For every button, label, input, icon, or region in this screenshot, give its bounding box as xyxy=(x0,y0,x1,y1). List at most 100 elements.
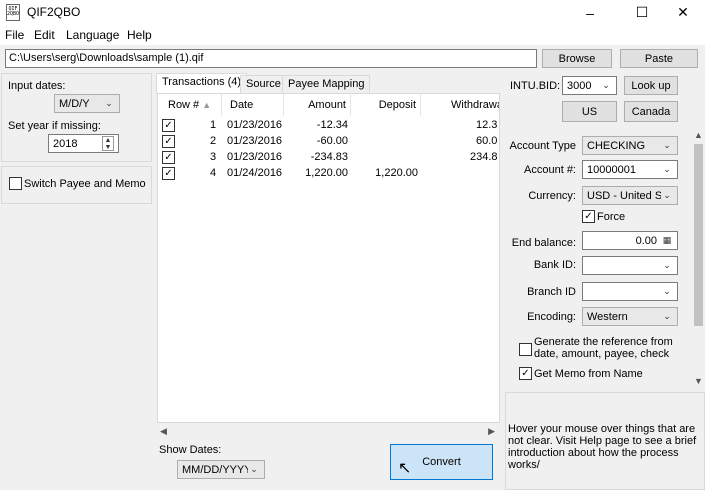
chevron-down-icon: ⌄ xyxy=(250,464,258,474)
column-header-row[interactable]: Row # ▲ xyxy=(158,94,222,116)
table-row[interactable]: ✓ 4 01/24/2016 1,220.00 1,220.00 xyxy=(158,166,499,182)
row-deposit: 1,220.00 xyxy=(375,167,418,179)
close-button[interactable]: ✕ xyxy=(660,0,705,25)
account-type-select[interactable]: CHECKING ⌄ xyxy=(582,136,678,155)
row-date: 01/23/2016 xyxy=(227,135,283,147)
table-row[interactable]: ✓ 3 01/23/2016 -234.83 234.8 xyxy=(158,150,499,166)
tab-payee-mapping[interactable]: Payee Mapping xyxy=(282,75,371,93)
force-checkbox[interactable]: ✓ xyxy=(582,210,595,223)
row-checkbox[interactable]: ✓ xyxy=(162,135,175,148)
maximize-button[interactable]: ☐ xyxy=(619,0,665,25)
help-info-box: Hover your mouse over things that are no… xyxy=(505,392,705,490)
switch-payee-checkbox[interactable] xyxy=(9,177,22,190)
row-date: 01/24/2016 xyxy=(227,167,283,179)
row-withdrawal: 12.3 xyxy=(476,119,498,131)
canada-button[interactable]: Canada xyxy=(624,101,678,122)
column-header-amount[interactable]: Amount xyxy=(284,94,351,116)
chevron-down-icon: ⌄ xyxy=(663,164,671,174)
table-row[interactable]: ✓ 2 01/23/2016 -60.00 60.0 xyxy=(158,134,499,150)
row-date: 01/23/2016 xyxy=(227,151,283,163)
column-header-date[interactable]: Date xyxy=(222,94,284,116)
chevron-down-icon: ⌄ xyxy=(602,80,610,90)
checkmark-icon: ✓ xyxy=(164,119,173,131)
table-row[interactable]: ✓ 1 01/23/2016 -12.34 12.3 xyxy=(158,118,499,134)
file-path-input[interactable]: C:\Users\serg\Downloads\sample (1).qif xyxy=(5,49,537,68)
account-number-value: 10000001 xyxy=(587,163,636,176)
tab-transactions[interactable]: Transactions (4) xyxy=(156,73,248,94)
transactions-table[interactable]: Row # ▲ Date Amount Deposit Withdrawa ✓ … xyxy=(157,93,500,423)
checkmark-icon: ✓ xyxy=(521,367,530,379)
table-horizontal-scrollbar[interactable]: ◀ ▶ xyxy=(157,426,500,439)
currency-value: USD - United Sta xyxy=(587,189,661,202)
show-dates-label: Show Dates: xyxy=(159,444,222,456)
show-dates-value: MM/DD/YYYY xyxy=(182,463,248,476)
paste-button[interactable]: Paste xyxy=(620,49,698,68)
row-withdrawal: 234.8 xyxy=(470,151,498,163)
set-year-label: Set year if missing: xyxy=(8,120,101,132)
menu-edit[interactable]: Edit xyxy=(34,28,55,42)
scrollbar-thumb[interactable] xyxy=(694,144,703,326)
input-dates-value: M/D/Y xyxy=(59,97,90,110)
lookup-button[interactable]: Look up xyxy=(624,76,678,95)
browse-button[interactable]: Browse xyxy=(542,49,612,68)
chevron-down-icon: ⌄ xyxy=(663,311,671,321)
intu-bid-select[interactable]: 3000 ⌄ xyxy=(562,76,617,95)
column-header-withdrawal[interactable]: Withdrawa xyxy=(421,94,499,116)
row-amount: -60.00 xyxy=(316,135,348,147)
end-balance-label: End balance: xyxy=(511,237,576,249)
encoding-label: Encoding: xyxy=(527,311,576,323)
spinner-arrows-icon[interactable]: ▲ ▼ xyxy=(102,136,114,151)
chevron-down-icon: ⌄ xyxy=(663,286,671,296)
tab-source[interactable]: Source xyxy=(240,75,287,93)
scroll-right-icon[interactable]: ▶ xyxy=(488,426,495,437)
get-memo-checkbox[interactable]: ✓ xyxy=(519,367,532,380)
scroll-up-icon[interactable]: ▲ xyxy=(694,130,703,140)
checkmark-icon: ✓ xyxy=(164,135,173,147)
settings-vertical-scrollbar[interactable]: ▲ ▼ xyxy=(692,130,705,390)
row-checkbox[interactable]: ✓ xyxy=(162,151,175,164)
scroll-down-icon[interactable]: ▼ xyxy=(694,376,703,386)
row-checkbox[interactable]: ✓ xyxy=(162,167,175,180)
get-memo-label: Get Memo from Name xyxy=(534,368,643,380)
row-amount: -234.83 xyxy=(310,151,348,163)
end-balance-value: 0.00 xyxy=(635,234,657,247)
row-number: 3 xyxy=(210,151,217,163)
show-dates-select[interactable]: MM/DD/YYYY ⌄ xyxy=(177,460,265,479)
account-type-value: CHECKING xyxy=(587,139,646,152)
us-button[interactable]: US xyxy=(562,101,617,122)
row-date: 01/23/2016 xyxy=(227,119,283,131)
row-number: 1 xyxy=(210,119,217,131)
scroll-left-icon[interactable]: ◀ xyxy=(160,426,167,437)
generate-reference-label: Generate the reference from date, amount… xyxy=(534,336,673,360)
sort-up-icon: ▲ xyxy=(202,100,212,110)
row-checkbox[interactable]: ✓ xyxy=(162,119,175,132)
input-dates-select[interactable]: M/D/Y ⌄ xyxy=(54,94,120,113)
account-number-select[interactable]: 10000001 ⌄ xyxy=(582,160,678,179)
branch-id-label: Branch ID xyxy=(527,286,576,298)
window-title: QIF2QBO xyxy=(27,5,81,19)
currency-select[interactable]: USD - United Sta ⌄ xyxy=(582,186,678,205)
chevron-down-icon: ⌄ xyxy=(663,190,671,200)
column-header-deposit[interactable]: Deposit xyxy=(351,94,421,116)
menu-language[interactable]: Language xyxy=(66,28,119,42)
menu-file[interactable]: File xyxy=(5,28,24,42)
encoding-select[interactable]: Western ⌄ xyxy=(582,307,678,326)
set-year-spinner[interactable]: 2018 ▲ ▼ xyxy=(48,134,119,153)
encoding-value: Western xyxy=(587,310,628,323)
generate-reference-checkbox[interactable] xyxy=(519,343,532,356)
checkmark-icon: ✓ xyxy=(164,167,173,179)
bank-id-label: Bank ID: xyxy=(533,259,576,271)
calculator-icon[interactable]: ▦ xyxy=(661,235,673,246)
end-balance-input[interactable]: 0.00 ▦ xyxy=(582,231,678,250)
bank-id-select[interactable]: ⌄ xyxy=(582,256,678,275)
mouse-cursor-icon: ↖ xyxy=(398,460,412,477)
checkmark-icon: ✓ xyxy=(584,210,593,222)
account-type-label: Account Type xyxy=(509,140,576,152)
minimize-button[interactable]: – xyxy=(567,0,613,25)
menu-help[interactable]: Help xyxy=(127,28,152,42)
currency-label: Currency: xyxy=(528,190,576,202)
switch-payee-label: Switch Payee and Memo xyxy=(24,178,146,190)
row-number: 4 xyxy=(210,167,217,179)
branch-id-select[interactable]: ⌄ xyxy=(582,282,678,301)
intu-bid-value: 3000 xyxy=(567,79,592,92)
